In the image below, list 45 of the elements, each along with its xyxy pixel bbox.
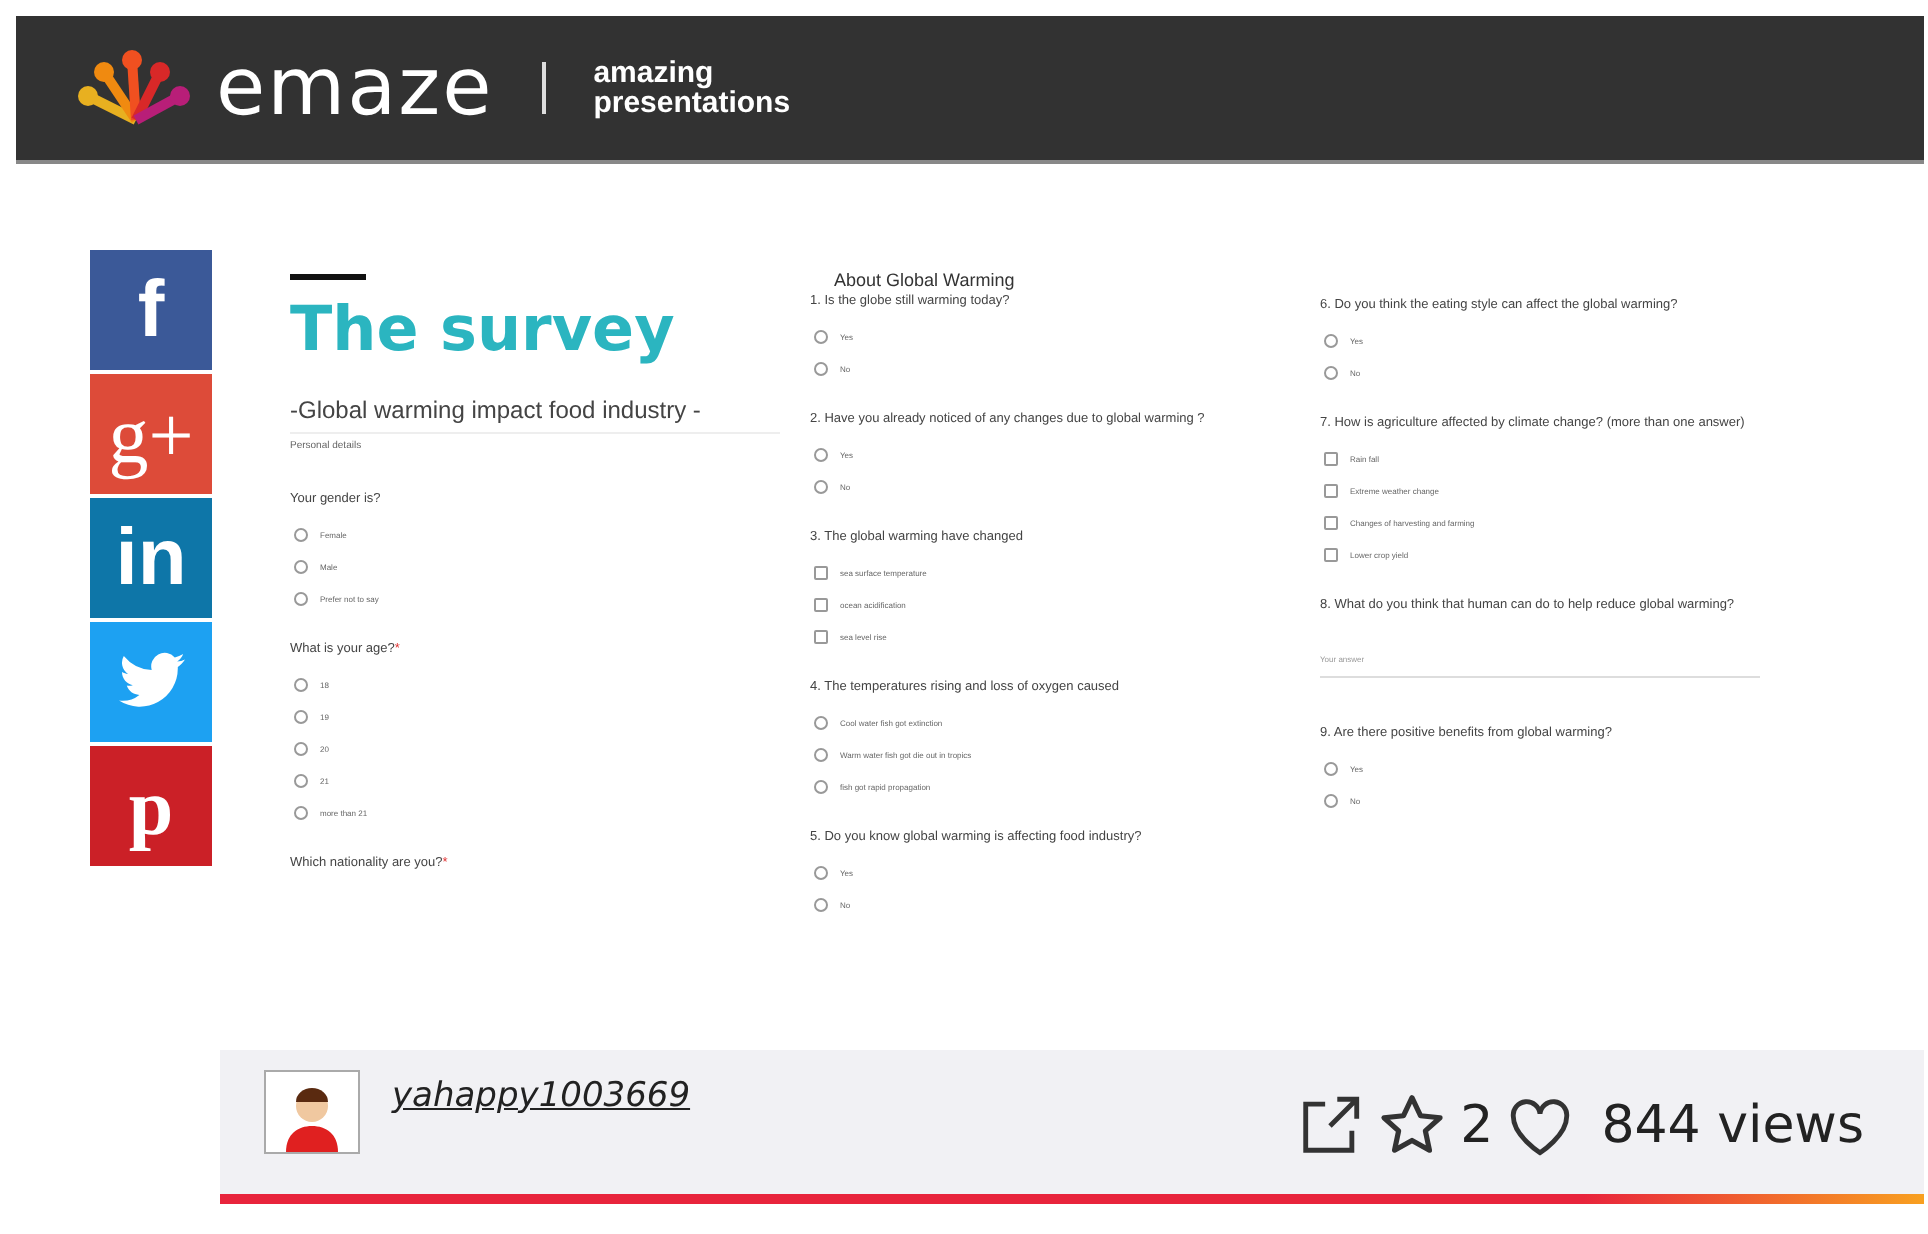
radio-button[interactable] bbox=[294, 559, 308, 573]
checkbox[interactable] bbox=[1324, 451, 1338, 465]
checkbox[interactable] bbox=[814, 597, 828, 611]
radio-button[interactable] bbox=[814, 897, 828, 911]
checkbox[interactable] bbox=[814, 565, 828, 579]
heart-icon[interactable] bbox=[1505, 1094, 1574, 1158]
radio-button[interactable] bbox=[294, 527, 308, 541]
radio-button[interactable] bbox=[814, 779, 828, 793]
username-link[interactable]: yahappy1003669 bbox=[392, 1076, 691, 1116]
radio-button[interactable] bbox=[814, 447, 828, 461]
radio-button[interactable] bbox=[294, 741, 308, 755]
share-button[interactable] bbox=[90, 622, 212, 742]
radio-button[interactable] bbox=[814, 329, 828, 343]
radio-button[interactable] bbox=[814, 747, 828, 761]
share-button[interactable]: p bbox=[90, 746, 212, 866]
radio-button[interactable] bbox=[1324, 761, 1338, 775]
share-button[interactable]: in bbox=[90, 498, 212, 618]
checkbox[interactable] bbox=[1324, 515, 1338, 529]
radio-button[interactable] bbox=[294, 773, 308, 787]
radio-button[interactable] bbox=[814, 479, 828, 493]
checkbox[interactable] bbox=[1324, 547, 1338, 561]
survey-title: The survey bbox=[290, 296, 677, 364]
radio-button[interactable] bbox=[814, 715, 828, 729]
brand-name: emaze bbox=[216, 42, 494, 134]
radio-button[interactable] bbox=[1324, 793, 1338, 807]
radio-button[interactable] bbox=[294, 591, 308, 605]
checkbox[interactable] bbox=[1324, 483, 1338, 497]
like-count: 2 bbox=[1460, 1096, 1494, 1156]
radio-button[interactable] bbox=[1324, 365, 1338, 379]
radio-button[interactable] bbox=[294, 677, 308, 691]
tagline: amazing bbox=[593, 58, 716, 88]
radio-button[interactable] bbox=[294, 709, 308, 723]
section-heading: About Global Warming bbox=[834, 270, 1017, 290]
view-count: 844 views bbox=[1601, 1096, 1864, 1156]
radio-button[interactable] bbox=[1324, 333, 1338, 347]
share-button[interactable]: f bbox=[90, 250, 212, 370]
radio-button[interactable] bbox=[814, 361, 828, 375]
survey-subtitle: -Global warming impact food industry - bbox=[290, 396, 703, 428]
radio-button[interactable] bbox=[294, 805, 308, 819]
avatar-icon bbox=[264, 1070, 360, 1154]
checkbox[interactable] bbox=[814, 629, 828, 643]
tagline: presentations bbox=[593, 88, 791, 118]
share-button[interactable]: g+ bbox=[90, 374, 212, 494]
bird-icon bbox=[115, 652, 187, 712]
radio-button[interactable] bbox=[814, 865, 828, 879]
